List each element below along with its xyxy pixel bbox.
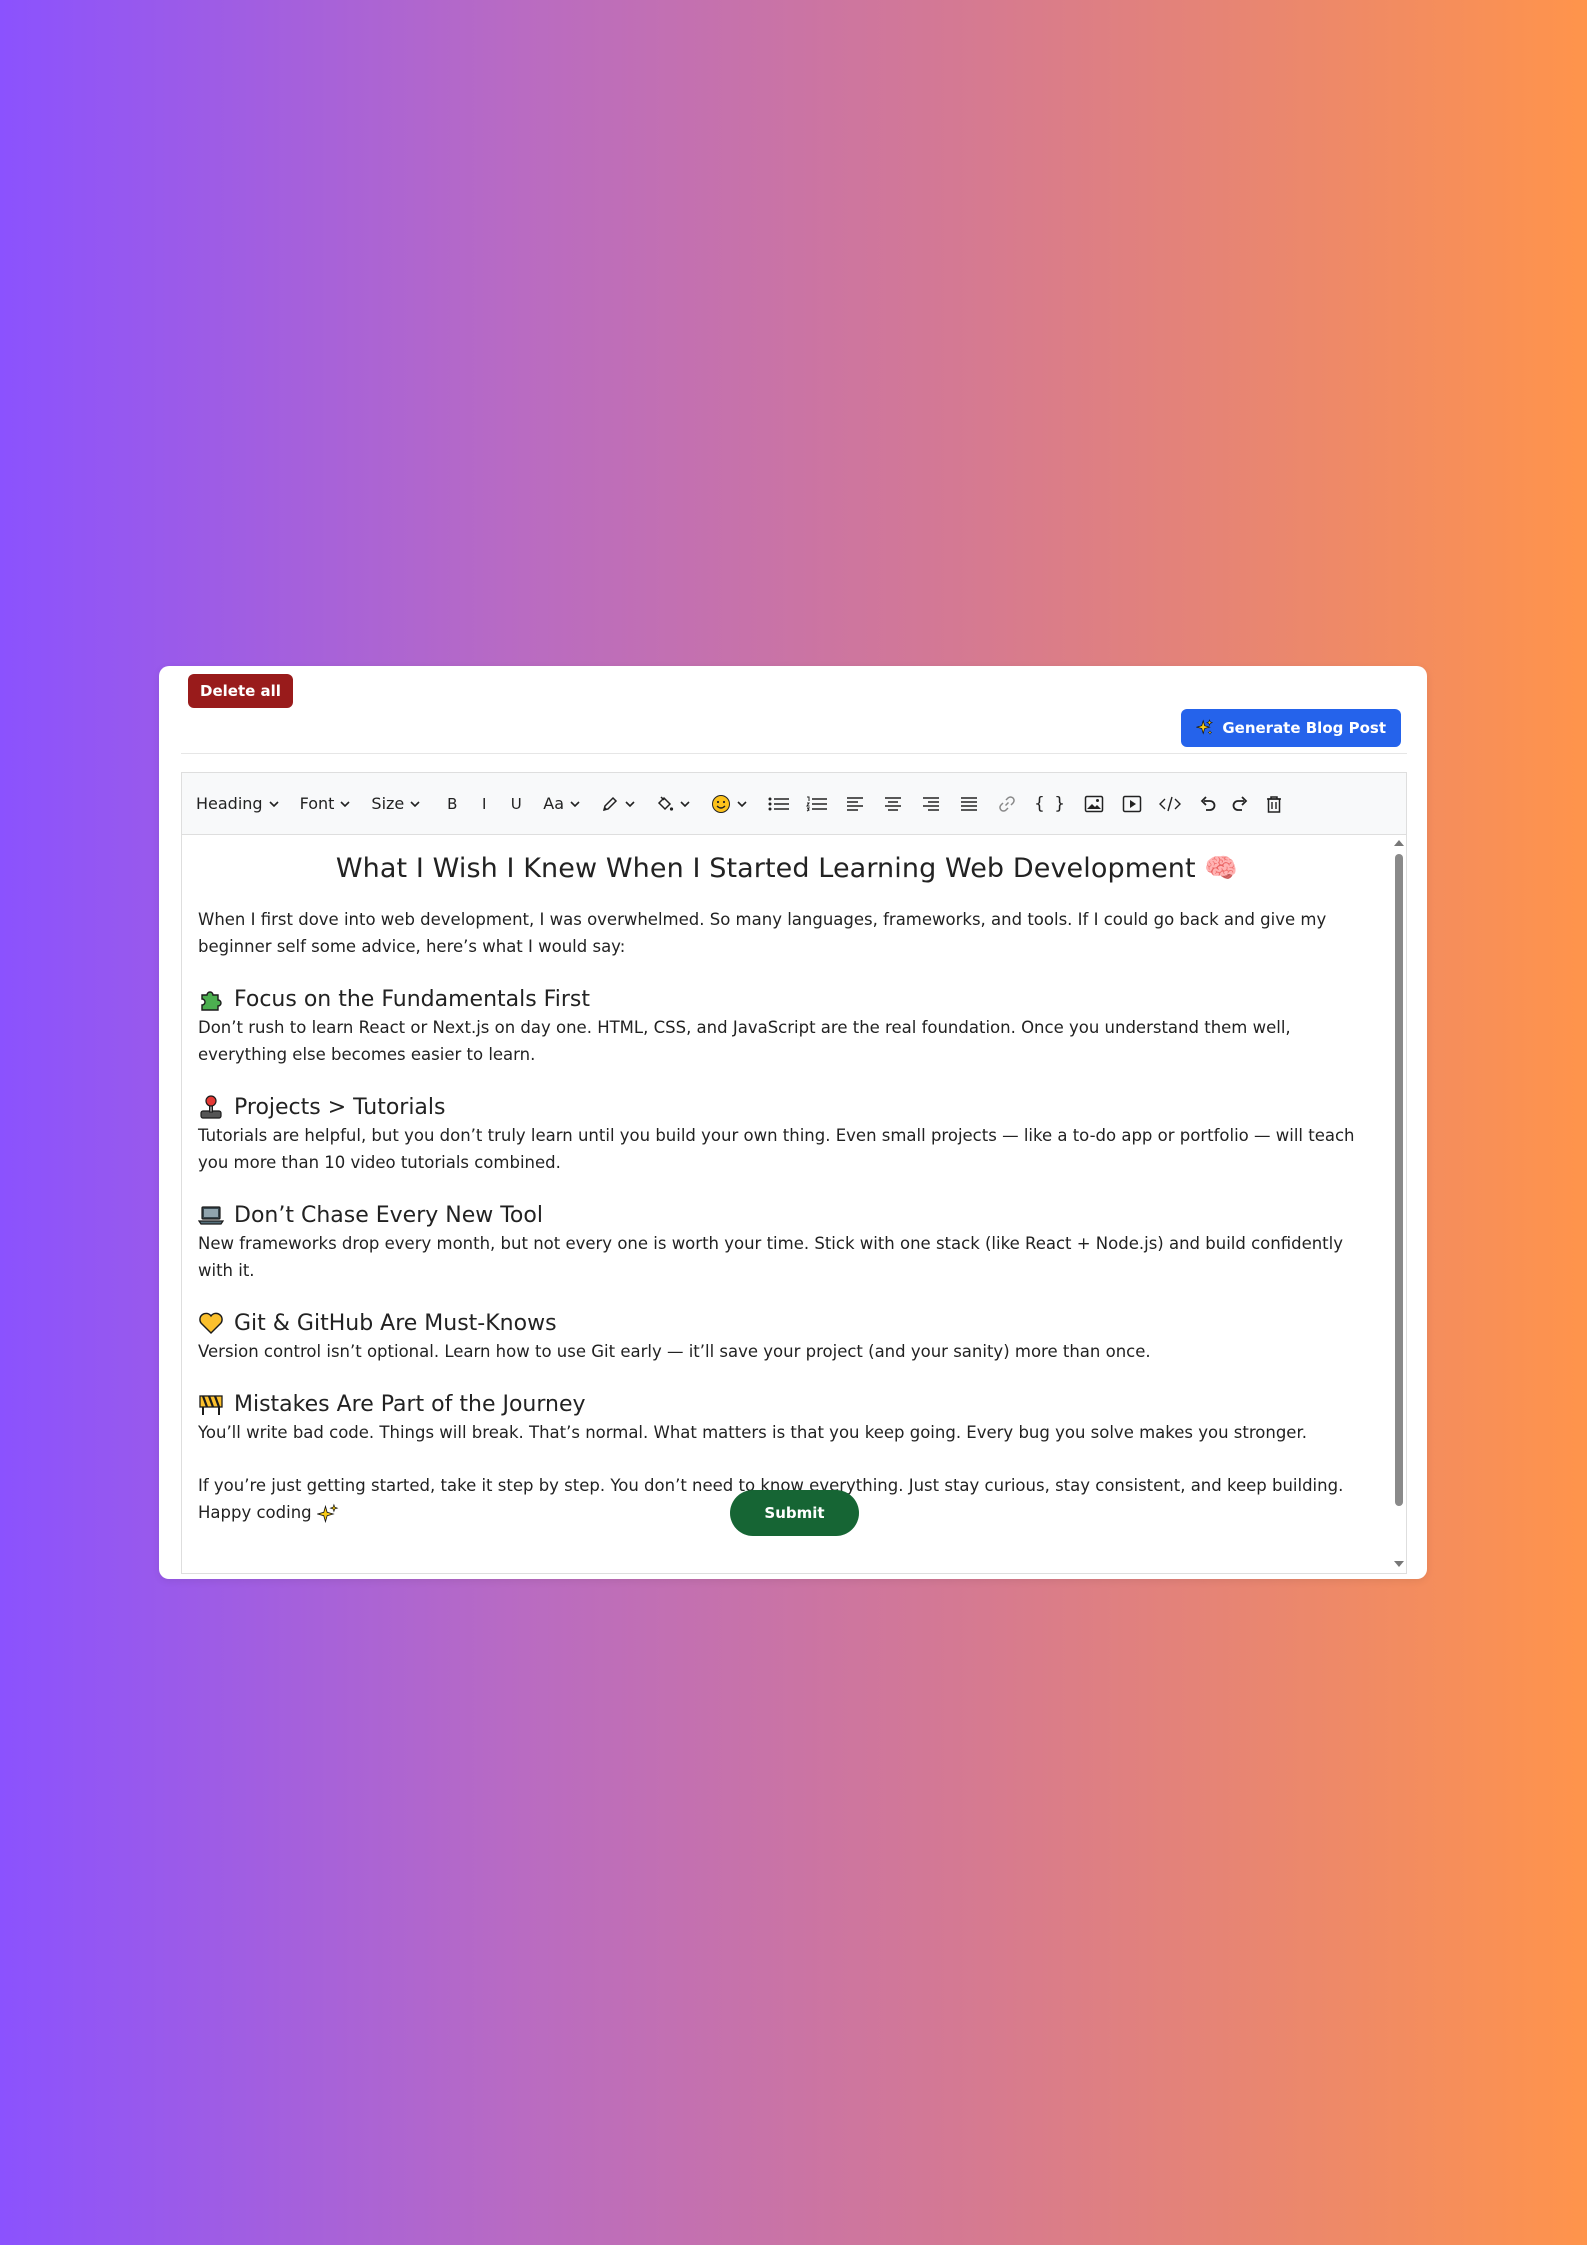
sparkles-icon	[1196, 719, 1214, 735]
bullet-list-button[interactable]	[768, 789, 790, 819]
align-right-button[interactable]	[920, 789, 942, 819]
generate-blog-post-label: Generate Blog Post	[1222, 719, 1386, 737]
section-heading: Projects > Tutorials	[198, 1094, 1376, 1120]
undo-icon	[1200, 795, 1216, 811]
align-left-button[interactable]	[844, 789, 866, 819]
font-dropdown-label: Font	[299, 794, 335, 813]
chevron-down-icon	[737, 800, 747, 807]
code-block-button[interactable]: { }	[1034, 789, 1067, 819]
section-heading-text: Focus on the Fundamentals First	[234, 986, 590, 1012]
link-button[interactable]	[996, 789, 1018, 819]
code-view-button[interactable]	[1159, 789, 1182, 819]
insert-image-button[interactable]	[1083, 789, 1105, 819]
italic-button[interactable]: I	[479, 789, 489, 819]
chevron-down-icon	[625, 800, 635, 807]
laptop-icon	[198, 1206, 224, 1225]
submit-button[interactable]: Submit	[730, 1490, 859, 1536]
redo-icon	[1232, 795, 1248, 811]
chevron-down-icon	[340, 800, 350, 807]
section-body: Don’t rush to learn React or Next.js on …	[198, 1018, 1291, 1064]
highlight-color-dropdown[interactable]	[656, 795, 691, 813]
text-case-label: Aa	[543, 794, 565, 813]
section-heading: Mistakes Are Part of the Journey	[198, 1391, 1376, 1417]
post-title: What I Wish I Knew When I Started Learni…	[335, 853, 1239, 884]
align-justify-button[interactable]	[958, 789, 980, 819]
header-divider	[181, 753, 1407, 754]
construction-icon	[199, 1395, 223, 1415]
font-dropdown[interactable]: Font	[300, 794, 352, 813]
insert-video-button[interactable]	[1121, 789, 1143, 819]
emoji-dropdown[interactable]	[711, 794, 748, 814]
numbered-list-button[interactable]	[806, 789, 828, 819]
align-center-icon	[885, 796, 902, 811]
scroll-thumb[interactable]	[1395, 854, 1403, 1506]
link-icon	[999, 795, 1015, 812]
heading-dropdown[interactable]: Heading	[196, 794, 280, 813]
section-heading: Git & GitHub Are Must-Knows	[198, 1310, 1376, 1336]
section-body: Tutorials are helpful, but you don’t tru…	[198, 1126, 1355, 1172]
underline-button[interactable]: U	[505, 789, 527, 819]
sparkles-icon	[316, 1503, 339, 1523]
section-body: You’ll write bad code. Things will break…	[198, 1423, 1307, 1442]
heading-dropdown-label: Heading	[196, 794, 263, 813]
numbered-list-icon	[806, 796, 828, 811]
section-heading: Focus on the Fundamentals First	[198, 986, 1376, 1012]
bold-button[interactable]: B	[441, 789, 463, 819]
size-dropdown[interactable]: Size	[371, 794, 421, 813]
size-dropdown-label: Size	[371, 794, 405, 813]
smiley-icon	[712, 794, 731, 813]
section-heading-text: Git & GitHub Are Must-Knows	[234, 1310, 557, 1336]
section-heading-text: Don’t Chase Every New Tool	[234, 1202, 543, 1228]
video-icon	[1122, 795, 1142, 812]
section-heading-text: Mistakes Are Part of the Journey	[234, 1391, 586, 1417]
post-intro: When I first dove into web development, …	[198, 910, 1327, 956]
text-color-dropdown[interactable]	[601, 795, 636, 813]
delete-all-button[interactable]: Delete all	[188, 674, 293, 708]
bullet-list-icon	[768, 797, 790, 810]
editor-toolbar: Heading Font Size B I U Aa {}	[182, 773, 1406, 835]
editor-scrollbar[interactable]	[1392, 836, 1406, 1573]
chevron-down-icon	[410, 800, 420, 807]
generate-blog-post-button[interactable]: Generate Blog Post	[1181, 709, 1401, 747]
scroll-up-arrow-icon[interactable]	[1394, 840, 1404, 846]
redo-button[interactable]	[1229, 789, 1251, 819]
chevron-down-icon	[269, 800, 279, 807]
editor-content[interactable]: What I Wish I Knew When I Started Learni…	[182, 836, 1392, 1573]
puzzle-icon	[201, 991, 222, 1011]
code-view-icon	[1159, 796, 1182, 811]
scroll-down-arrow-icon[interactable]	[1394, 1561, 1404, 1567]
align-justify-icon	[961, 796, 978, 811]
align-center-button[interactable]	[882, 789, 904, 819]
section-heading-text: Projects > Tutorials	[234, 1094, 446, 1120]
chevron-down-icon	[570, 800, 580, 807]
chevron-down-icon	[680, 800, 690, 807]
trash-icon	[1267, 795, 1282, 813]
paint-bucket-icon	[657, 795, 674, 811]
align-right-icon	[923, 796, 940, 811]
blog-editor-card: Delete all Generate Blog Post Heading Fo…	[159, 666, 1427, 1579]
image-icon	[1084, 795, 1104, 812]
remove-format-button[interactable]	[1263, 789, 1285, 819]
pen-color-icon	[602, 796, 618, 811]
section-heading: Don’t Chase Every New Tool	[198, 1202, 1376, 1228]
yellow-heart-icon	[199, 1312, 223, 1334]
rich-text-editor: Heading Font Size B I U Aa {} What I Wi…	[181, 772, 1407, 1574]
joystick-icon	[200, 1095, 222, 1119]
text-case-dropdown[interactable]: Aa	[543, 794, 581, 813]
section-body: Version control isn’t optional. Learn ho…	[198, 1342, 1151, 1361]
section-body: New frameworks drop every month, but not…	[198, 1234, 1344, 1280]
align-left-icon	[847, 796, 864, 811]
undo-button[interactable]	[1197, 789, 1219, 819]
